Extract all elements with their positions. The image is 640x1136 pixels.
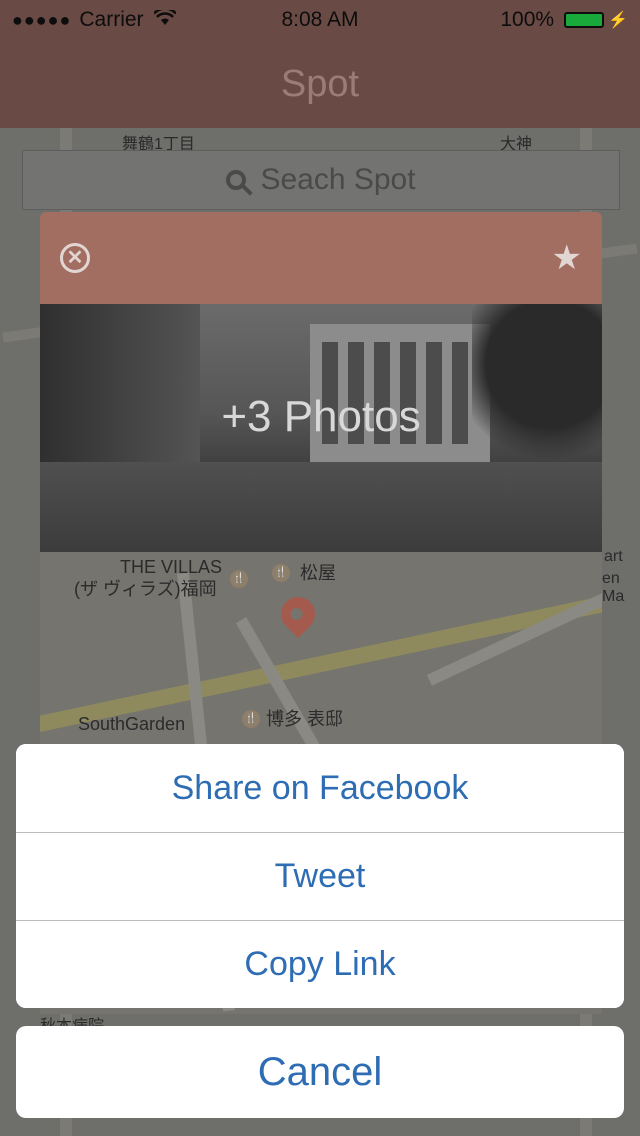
- page-title: Spot: [280, 63, 360, 105]
- close-icon[interactable]: ✕: [60, 243, 90, 273]
- status-bar: ●●●●● Carrier 8:08 AM 100% ⚡: [0, 0, 640, 40]
- battery-percent: 100%: [500, 8, 555, 31]
- poi-label: THE VILLAS: [120, 557, 223, 577]
- spot-photo[interactable]: +3 Photos: [40, 304, 602, 552]
- tweet-button[interactable]: Tweet: [16, 832, 624, 920]
- photo-street: [40, 462, 602, 552]
- map-label: art: [604, 548, 623, 565]
- search-bar[interactable]: Seach Spot: [22, 150, 620, 210]
- photo-count-caption: +3 Photos: [221, 392, 421, 441]
- star-icon[interactable]: ★: [552, 238, 582, 278]
- location-pin-icon[interactable]: [273, 589, 323, 639]
- poi-label: SouthGarden: [78, 714, 186, 734]
- battery-icon: [564, 12, 605, 28]
- card-header: ✕ ★: [40, 212, 602, 304]
- restaurant-icon: 🍴: [230, 570, 248, 588]
- search-placeholder: Seach Spot: [260, 163, 416, 196]
- poi-label: 松屋: [300, 563, 336, 583]
- cancel-button[interactable]: Cancel: [16, 1026, 624, 1118]
- status-right: 100% ⚡: [500, 8, 628, 32]
- share-facebook-button[interactable]: Share on Facebook: [16, 744, 624, 832]
- map-label: en Ma: [602, 570, 625, 605]
- charging-bolt-icon: ⚡: [608, 12, 628, 29]
- search-icon: [226, 170, 247, 190]
- poi-label: (ザ ヴィラズ)福岡: [74, 579, 217, 599]
- restaurant-icon: 🍴: [272, 564, 290, 582]
- restaurant-icon: 🍴: [242, 710, 260, 728]
- copy-link-button[interactable]: Copy Link: [16, 920, 624, 1008]
- nav-bar: Spot: [0, 40, 640, 128]
- poi-label: 博多 表邸: [266, 709, 344, 729]
- action-sheet: Share on Facebook Tweet Copy Link: [16, 744, 624, 1008]
